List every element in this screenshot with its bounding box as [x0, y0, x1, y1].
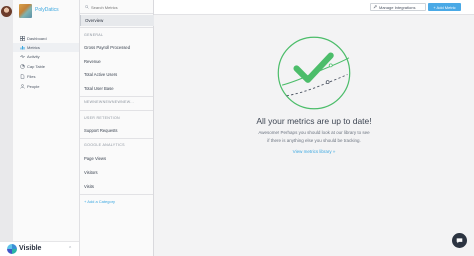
brand-bar: Visible ⌃ [0, 241, 79, 256]
manage-integrations-button[interactable]: Manage Integrations [370, 3, 426, 11]
section-header-newsection: NEWNEWNEWNEWNEW... [84, 100, 135, 104]
metric-item[interactable]: Gross Payroll Processed [80, 45, 153, 50]
sidebar-item-dashboard[interactable]: Dashboard [13, 34, 79, 43]
metric-item[interactable]: Page Views [80, 156, 153, 161]
activity-icon [18, 54, 26, 60]
section-header-google-analytics: GOOGLE ANALYTICS [84, 143, 125, 147]
top-toolbar: Manage Integrations + Add Metric [154, 0, 474, 15]
metric-item[interactable]: Revenue [80, 59, 153, 64]
main-content: All your metrics are up to date! Awesome… [154, 15, 474, 256]
add-category-link[interactable]: + Add a Category [84, 199, 115, 204]
add-metric-button[interactable]: + Add Metric [428, 3, 461, 11]
sidebar-item-files[interactable]: Files [13, 72, 79, 81]
view-metrics-library-link[interactable]: View metrics library » [154, 149, 474, 154]
wrench-icon [373, 5, 377, 9]
sidebar-item-label: Activity [27, 54, 40, 59]
metric-item[interactable]: Support Requests [80, 128, 153, 133]
sidebar-item-label: Files [27, 74, 36, 79]
divider [80, 13, 153, 14]
files-icon [18, 74, 26, 80]
account-strip [0, 0, 14, 256]
divider [80, 110, 153, 111]
divider [80, 27, 153, 28]
sidebar-item-label: Metrics [27, 45, 40, 50]
visible-logo-icon [7, 244, 17, 254]
main-sidebar: PolyDatics Dashboard Metrics Activity Ca… [13, 0, 80, 256]
empty-state-title: All your metrics are up to date! [256, 116, 372, 126]
dashboard-icon [18, 36, 26, 42]
metrics-list-panel: Overview GENERAL Gross Payroll Processed… [80, 0, 154, 256]
user-avatar[interactable] [1, 6, 12, 17]
metric-item[interactable]: Visits [80, 184, 153, 189]
section-header-user-retention: USER RETENTION [84, 116, 120, 120]
divider [80, 138, 153, 139]
sidebar-item-label: Cap Table [27, 64, 45, 69]
manage-integrations-label: Manage Integrations [379, 4, 416, 10]
brand-name: Visible [19, 245, 42, 252]
metric-item-overview[interactable]: Overview [80, 15, 154, 26]
divider [80, 96, 153, 97]
company-logo[interactable] [19, 4, 32, 18]
metric-item-label: Overview [85, 18, 104, 23]
sidebar-item-cap-table[interactable]: Cap Table [13, 62, 79, 71]
divider [80, 194, 153, 195]
empty-state-description: Awesome! Perhaps you should look at our … [258, 130, 370, 143]
metric-item[interactable]: Total User Base [80, 86, 153, 91]
metrics-icon [18, 45, 26, 51]
people-icon [18, 84, 26, 90]
chat-button[interactable] [452, 233, 467, 248]
search-input[interactable] [89, 4, 147, 10]
metric-item[interactable]: Total Active Users [80, 72, 153, 77]
sidebar-item-metrics[interactable]: Metrics [13, 43, 79, 52]
sidebar-item-people[interactable]: People [13, 82, 79, 91]
sidebar-item-activity[interactable]: Activity [13, 52, 79, 61]
sidebar-item-label: Dashboard [27, 36, 47, 41]
metrics-up-to-date-illustration [277, 36, 351, 110]
chat-icon [456, 238, 463, 244]
search-bar [83, 3, 149, 11]
chevron-up-icon[interactable]: ⌃ [68, 246, 72, 252]
metric-item[interactable]: Visitors [80, 170, 153, 175]
sidebar-item-label: People [27, 84, 40, 89]
section-header-general: GENERAL [84, 33, 104, 37]
cap-table-icon [18, 64, 26, 70]
company-name[interactable]: PolyDatics [35, 7, 59, 13]
